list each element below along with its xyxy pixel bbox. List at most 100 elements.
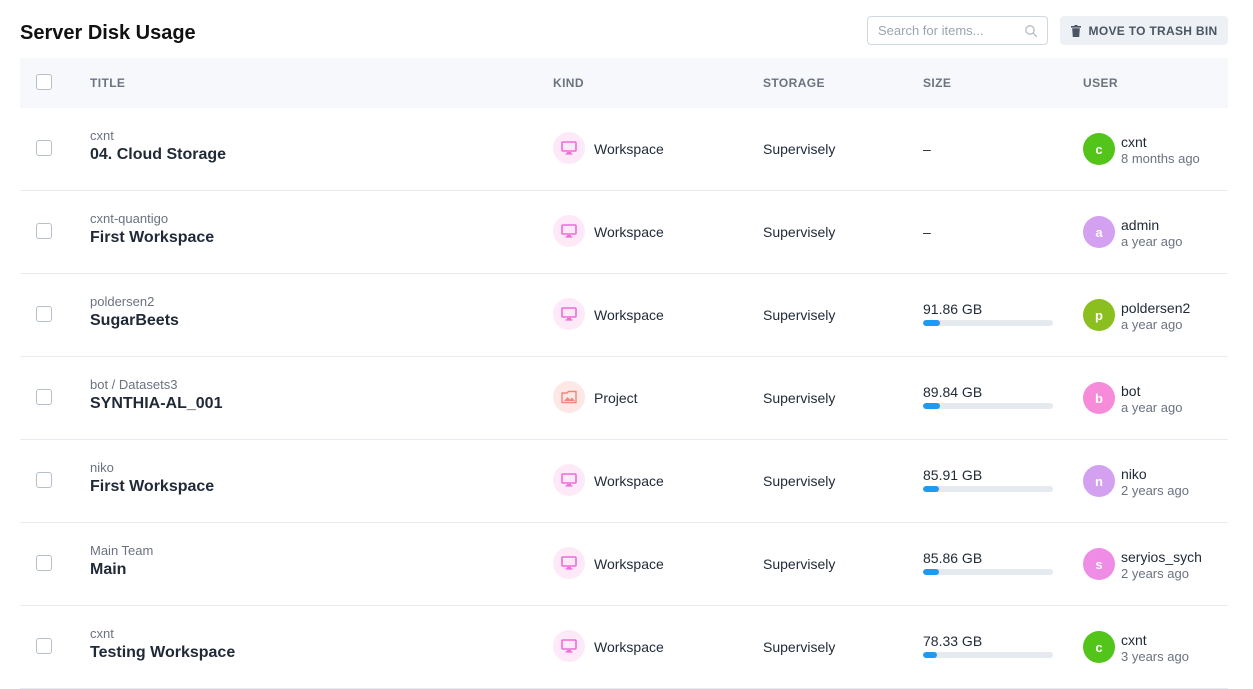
row-user-name[interactable]: cxnt <box>1121 134 1147 150</box>
row-storage: Supervisely <box>763 224 836 240</box>
row-user-time: 3 years ago <box>1121 649 1189 664</box>
size-usage-bar <box>923 652 1053 658</box>
size-usage-bar <box>923 403 1053 409</box>
table-row[interactable]: bot / Datasets3 SYNTHIA-AL_001 Project Supe… <box>20 357 1228 440</box>
table-row[interactable]: Main Team Main Workspace Supervisely 85.86 G… <box>20 523 1228 606</box>
select-all-checkbox[interactable] <box>36 74 52 90</box>
row-checkbox[interactable] <box>36 140 52 156</box>
monitor-icon <box>561 141 577 155</box>
column-header-storage[interactable]: STORAGE <box>763 76 825 90</box>
search-box[interactable] <box>867 16 1048 45</box>
table-row[interactable]: cxnt Testing Workspace Workspace Supervisel… <box>20 606 1228 689</box>
row-user-name[interactable]: admin <box>1121 217 1159 233</box>
row-user-name[interactable]: cxnt <box>1121 632 1147 648</box>
move-to-trash-button[interactable]: MOVE TO TRASH BIN <box>1060 16 1228 45</box>
row-size: – <box>923 224 931 240</box>
row-user-name[interactable]: seryios_sych <box>1121 549 1202 565</box>
column-header-title[interactable]: TITLE <box>90 76 125 90</box>
row-kind: Workspace <box>594 307 664 323</box>
row-size: 89.84 GB <box>923 384 983 400</box>
kind-badge <box>553 215 585 247</box>
row-storage: Supervisely <box>763 639 836 655</box>
search-input[interactable] <box>868 17 1028 44</box>
row-size: 91.86 GB <box>923 301 983 317</box>
monitor-icon <box>561 556 577 570</box>
row-title-link[interactable]: 04. Cloud Storage <box>90 146 226 164</box>
column-header-user[interactable]: USER <box>1083 76 1118 90</box>
avatar[interactable]: c <box>1083 133 1115 165</box>
size-usage-bar-fill <box>923 569 939 575</box>
row-kind: Workspace <box>594 556 664 572</box>
row-user-name[interactable]: bot <box>1121 383 1140 399</box>
row-user-time: a year ago <box>1121 234 1183 249</box>
row-kind: Workspace <box>594 224 664 240</box>
table-header: TITLE KIND STORAGE SIZE USER <box>20 58 1228 108</box>
row-user-time: 8 months ago <box>1121 151 1200 166</box>
size-usage-bar <box>923 569 1053 575</box>
table-row[interactable]: poldersen2 SugarBeets Workspace Supervisely… <box>20 274 1228 357</box>
table-row[interactable]: cxnt-quantigo First Workspace Workspace Sup… <box>20 191 1228 274</box>
row-title-link[interactable]: Main <box>90 561 126 579</box>
row-checkbox[interactable] <box>36 223 52 239</box>
row-title-link[interactable]: SYNTHIA-AL_001 <box>90 395 222 413</box>
monitor-icon <box>561 639 577 653</box>
row-title-link[interactable]: Testing Workspace <box>90 644 235 662</box>
row-checkbox[interactable] <box>36 389 52 405</box>
monitor-icon <box>561 224 577 238</box>
row-team: poldersen2 <box>90 294 155 309</box>
row-size: 78.33 GB <box>923 633 983 649</box>
trash-button-label: MOVE TO TRASH BIN <box>1088 23 1218 38</box>
row-team: cxnt <box>90 626 114 641</box>
row-user-name[interactable]: poldersen2 <box>1121 300 1190 316</box>
row-checkbox[interactable] <box>36 638 52 654</box>
row-kind: Workspace <box>594 639 664 655</box>
column-header-size[interactable]: SIZE <box>923 76 951 90</box>
kind-badge <box>553 298 585 330</box>
search-icon[interactable] <box>1024 24 1038 38</box>
size-usage-bar-fill <box>923 486 939 492</box>
avatar[interactable]: n <box>1083 465 1115 497</box>
row-checkbox[interactable] <box>36 306 52 322</box>
avatar[interactable]: c <box>1083 631 1115 663</box>
avatar[interactable]: a <box>1083 216 1115 248</box>
avatar[interactable]: s <box>1083 548 1115 580</box>
table-row[interactable]: cxnt 04. Cloud Storage Workspace Supervisel… <box>20 108 1228 191</box>
kind-badge <box>553 381 585 413</box>
row-user-name[interactable]: niko <box>1121 466 1147 482</box>
row-size: – <box>923 141 931 157</box>
row-user-time: a year ago <box>1121 400 1183 415</box>
row-storage: Supervisely <box>763 473 836 489</box>
row-team: niko <box>90 460 114 475</box>
row-storage: Supervisely <box>763 390 836 406</box>
row-kind: Workspace <box>594 141 664 157</box>
trash-icon <box>1070 24 1081 37</box>
row-size: 85.86 GB <box>923 550 983 566</box>
kind-badge <box>553 132 585 164</box>
row-size: 85.91 GB <box>923 467 983 483</box>
row-title-link[interactable]: SugarBeets <box>90 312 179 330</box>
kind-badge <box>553 547 585 579</box>
row-kind: Workspace <box>594 473 664 489</box>
row-user-time: 2 years ago <box>1121 566 1189 581</box>
size-usage-bar-fill <box>923 403 940 409</box>
page-title: Server Disk Usage <box>20 22 196 44</box>
row-team: cxnt-quantigo <box>90 211 169 226</box>
row-user-time: 2 years ago <box>1121 483 1189 498</box>
row-title-link[interactable]: First Workspace <box>90 478 214 496</box>
size-usage-bar-fill <box>923 652 938 658</box>
row-storage: Supervisely <box>763 141 836 157</box>
row-team: bot / Datasets3 <box>90 377 178 392</box>
avatar[interactable]: p <box>1083 299 1115 331</box>
row-user-time: a year ago <box>1121 317 1183 332</box>
row-title-link[interactable]: First Workspace <box>90 229 214 247</box>
table-row[interactable]: niko First Workspace Workspace Supervisely 8… <box>20 440 1228 523</box>
column-header-kind[interactable]: KIND <box>553 76 584 90</box>
avatar[interactable]: b <box>1083 382 1115 414</box>
row-storage: Supervisely <box>763 307 836 323</box>
row-checkbox[interactable] <box>36 472 52 488</box>
size-usage-bar <box>923 320 1053 326</box>
image-folder-icon <box>561 390 577 404</box>
row-checkbox[interactable] <box>36 555 52 571</box>
kind-badge <box>553 630 585 662</box>
row-team: Main Team <box>90 543 154 558</box>
